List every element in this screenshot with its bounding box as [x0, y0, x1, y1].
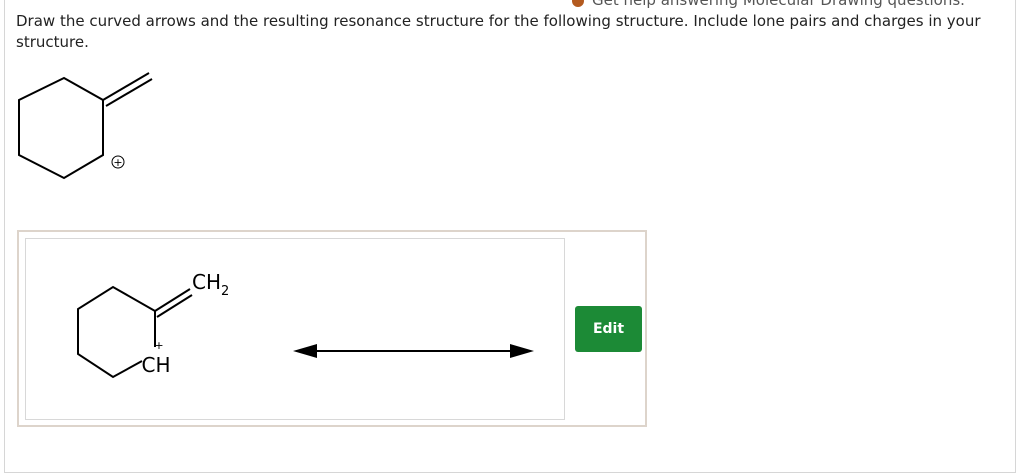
resonance-arrow-left-head: [293, 344, 317, 358]
edit-button[interactable]: Edit: [575, 306, 642, 352]
ch2-label: CH2: [192, 270, 229, 299]
given-structure: +: [10, 68, 170, 192]
question-prompt: Draw the curved arrows and the resulting…: [16, 12, 981, 51]
answer-structure-drawing: CH2 + CH: [77, 270, 534, 379]
cyclohexane-ring: [18, 76, 104, 180]
double-bond-line-1: [102, 72, 150, 101]
answer-canvas[interactable]: CH2 + CH: [25, 238, 565, 420]
answer-box: CH2 + CH: [17, 230, 647, 427]
ch2-main-text: CH: [192, 270, 221, 294]
ch-charge-symbol: +: [154, 339, 163, 352]
ch-label: CH: [141, 353, 170, 377]
ch2-subscript: 2: [221, 284, 229, 299]
resonance-arrow-right-head: [510, 344, 534, 358]
double-bond-line-2: [105, 78, 153, 107]
lightbulb-icon: [572, 0, 584, 7]
positive-charge-symbol: +: [113, 156, 122, 169]
help-link-text[interactable]: Get help answering Molecular Drawing que…: [592, 0, 965, 9]
given-structure-drawing: +: [18, 72, 153, 180]
help-link[interactable]: Get help answering Molecular Drawing que…: [572, 0, 965, 9]
